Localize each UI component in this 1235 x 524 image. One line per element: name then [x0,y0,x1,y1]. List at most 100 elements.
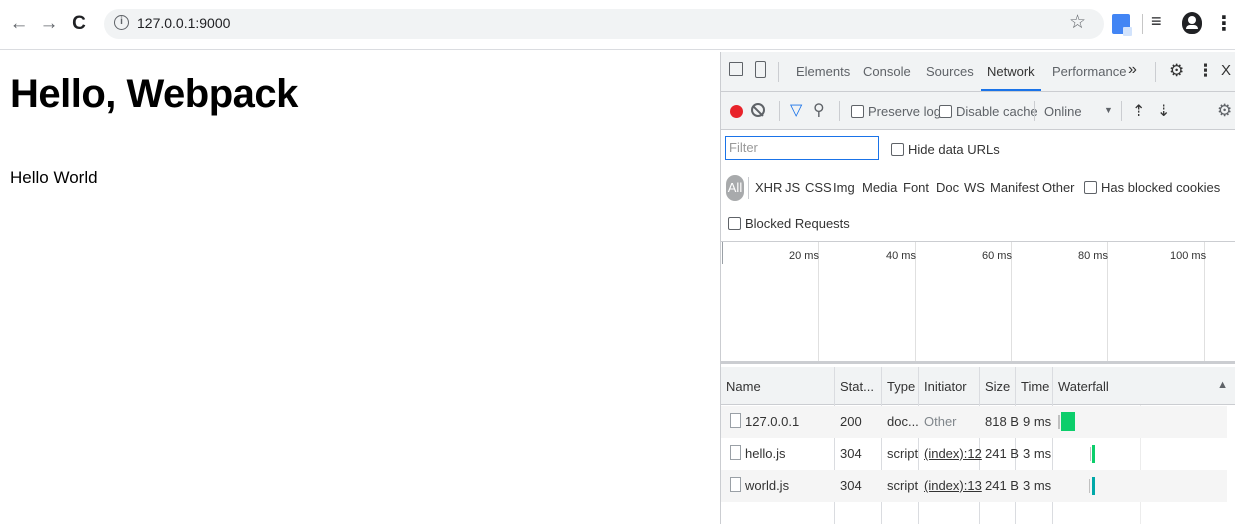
script-file-icon [730,477,741,492]
tab-divider [778,62,779,82]
document-file-icon [730,413,741,428]
search-icon[interactable]: ⚲ [813,100,825,120]
type-filter-media[interactable]: Media [862,180,897,195]
table-row[interactable]: world.js 304 script (index):13 241 B 3 m… [721,470,1227,502]
request-initiator-link[interactable]: (index):13 [924,478,982,493]
toolbar-divider [839,101,840,121]
network-toolbar: ▽ ⚲ Preserve log Disable cache Online ▼ … [721,92,1235,130]
disable-cache-checkbox[interactable] [939,105,952,118]
request-status: 304 [840,478,862,493]
column-header-status[interactable]: Stat... [840,379,874,394]
column-header-initiator[interactable]: Initiator [924,379,967,394]
toolbar-divider [1142,14,1143,34]
requests-table: Name Stat... Type Initiator Size Time Wa… [721,367,1235,524]
request-size: 241 B [985,446,1019,461]
toolbar-divider [1034,101,1035,121]
request-initiator-link[interactable]: (index):12 [924,446,982,461]
settings-gear-icon[interactable]: ⚙ [1169,61,1184,81]
record-button-icon[interactable] [730,105,743,118]
devtools-tab-bar: Elements Console Sources Network Perform… [721,52,1235,92]
devtools-panel: Elements Console Sources Network Perform… [720,52,1235,524]
table-row[interactable]: hello.js 304 script (index):12 241 B 3 m… [721,438,1227,470]
tab-performance[interactable]: Performance [1052,64,1126,79]
type-filter-other[interactable]: Other [1042,180,1075,195]
column-header-time[interactable]: Time [1021,379,1049,394]
overview-tick-label: 60 ms [982,250,1012,262]
forward-icon[interactable]: → [38,12,60,36]
type-divider [748,177,749,199]
overview-tick-label: 40 ms [886,250,916,262]
request-size: 818 B [985,414,1019,429]
tab-console[interactable]: Console [863,64,911,79]
column-header-waterfall[interactable]: Waterfall [1058,379,1109,394]
inspect-element-icon[interactable] [729,62,743,76]
script-file-icon [730,445,741,460]
waterfall-queue-bar [1089,479,1090,493]
sort-ascending-icon[interactable]: ▲ [1217,379,1228,391]
request-status: 200 [840,414,862,429]
overview-tick-label: 100 ms [1170,250,1207,262]
site-info-icon[interactable]: i [114,15,129,30]
column-header-name[interactable]: Name [726,379,761,394]
request-type: script [887,446,919,461]
waterfall-bar[interactable] [1061,412,1075,431]
type-filter-img[interactable]: Img [833,180,855,195]
browser-menu-icon[interactable]: ⋮ [1214,11,1234,36]
type-filter-ws[interactable]: WS [964,180,985,195]
request-initiator: Other [924,414,957,429]
type-filter-font[interactable]: Font [903,180,929,195]
device-toolbar-icon[interactable] [755,61,766,78]
type-filter-all[interactable]: All [726,175,744,201]
reload-icon[interactable]: C [68,12,90,36]
tab-sources[interactable]: Sources [926,64,974,79]
url-text[interactable]: 127.0.0.1:9000 [137,15,230,31]
request-type: doc... [887,414,919,429]
address-bar[interactable]: i 127.0.0.1:9000 [104,9,1104,39]
request-type: script [887,478,919,493]
export-har-icon[interactable]: ⇣ [1157,101,1170,121]
column-header-size[interactable]: Size [985,379,1010,394]
waterfall-bar[interactable] [1092,477,1095,495]
waterfall-queue-bar [1058,415,1060,429]
has-blocked-cookies-checkbox[interactable] [1084,181,1097,194]
filter-input[interactable]: Filter [725,136,879,160]
filter-bar: Filter Hide data URLs All XHR JS CSS Img… [721,130,1235,242]
profile-avatar-icon[interactable] [1182,12,1202,34]
request-time: 3 ms [1023,446,1052,461]
hide-data-urls-checkbox[interactable] [891,143,904,156]
devtools-menu-icon[interactable]: ⋮ [1197,61,1214,81]
import-har-icon[interactable]: ⇡ [1132,101,1145,121]
chevron-down-icon[interactable]: ▼ [1104,105,1113,115]
translate-extension-icon[interactable] [1112,14,1132,36]
blocked-requests-checkbox[interactable] [728,217,741,230]
close-devtools-icon[interactable]: X [1221,62,1231,79]
column-header-type[interactable]: Type [887,379,915,394]
type-filter-js[interactable]: JS [785,180,800,195]
tab-network[interactable]: Network [981,64,1041,91]
type-filter-doc[interactable]: Doc [936,180,959,195]
clear-log-icon[interactable] [751,103,765,117]
waterfall-bar[interactable] [1092,445,1095,463]
bookmark-star-icon[interactable]: ☆ [1069,11,1086,34]
timeline-overview[interactable]: 20 ms 40 ms 60 ms 80 ms 100 ms [721,242,1235,364]
reading-list-icon[interactable]: ≡ [1151,11,1162,32]
request-name[interactable]: 127.0.0.1 [745,414,799,429]
type-filter-manifest[interactable]: Manifest [990,180,1039,195]
overview-tick-label: 20 ms [789,250,819,262]
table-row[interactable]: 127.0.0.1 200 doc... Other 818 B 9 ms [721,406,1227,438]
page-heading: Hello, Webpack [10,72,298,116]
throttling-select[interactable]: Online [1044,104,1082,119]
request-time: 3 ms [1023,478,1052,493]
more-tabs-icon[interactable]: » [1128,61,1137,79]
filter-funnel-icon[interactable]: ▽ [790,100,802,120]
request-name[interactable]: hello.js [745,446,785,461]
tab-elements[interactable]: Elements [796,64,850,79]
back-icon[interactable]: ← [8,12,30,36]
type-filter-xhr[interactable]: XHR [755,180,782,195]
network-settings-icon[interactable]: ⚙ [1217,101,1232,121]
request-name[interactable]: world.js [745,478,789,493]
hide-data-urls-label: Hide data URLs [908,142,1000,157]
tab-divider [1155,62,1156,82]
preserve-log-checkbox[interactable] [851,105,864,118]
type-filter-css[interactable]: CSS [805,180,832,195]
